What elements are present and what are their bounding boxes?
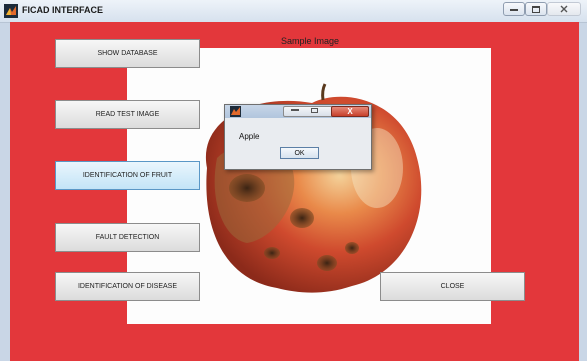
- message-dialog: X Apple: [224, 104, 372, 170]
- dialog-maximize-icon[interactable]: [311, 108, 318, 113]
- dialog-title-bar: X: [225, 105, 371, 118]
- window-title: FICAD INTERFACE: [22, 5, 103, 15]
- dialog-close-button[interactable]: X: [331, 106, 369, 117]
- dialog-minimize-icon[interactable]: [291, 109, 299, 111]
- ficad-window: FICAD INTERFACE Sample Image SHOW DATABA…: [0, 0, 587, 361]
- close-button[interactable]: CLOSE: [380, 272, 525, 301]
- title-bar: FICAD INTERFACE: [0, 0, 587, 23]
- matlab-icon: [4, 4, 18, 18]
- close-icon: X: [347, 107, 353, 116]
- minimize-icon: [510, 9, 518, 11]
- maximize-icon: [532, 5, 540, 13]
- close-window-button[interactable]: [547, 2, 581, 16]
- minimize-button[interactable]: [503, 2, 525, 16]
- read-test-image-button[interactable]: READ TEST IMAGE: [55, 100, 200, 129]
- identification-of-disease-button[interactable]: IDENTIFICATION OF DISEASE: [55, 272, 200, 301]
- close-icon: [560, 5, 568, 13]
- dialog-message: Apple: [239, 132, 260, 141]
- identification-of-fruit-button[interactable]: IDENTIFICATION OF FRUIT: [55, 161, 200, 190]
- ok-button[interactable]: OK: [280, 147, 319, 159]
- fault-detection-button[interactable]: FAULT DETECTION: [55, 223, 200, 252]
- sample-image-label: Sample Image: [280, 36, 340, 46]
- show-database-button[interactable]: SHOW DATABASE: [55, 39, 200, 68]
- maximize-button[interactable]: [525, 2, 547, 16]
- matlab-icon: [230, 106, 241, 117]
